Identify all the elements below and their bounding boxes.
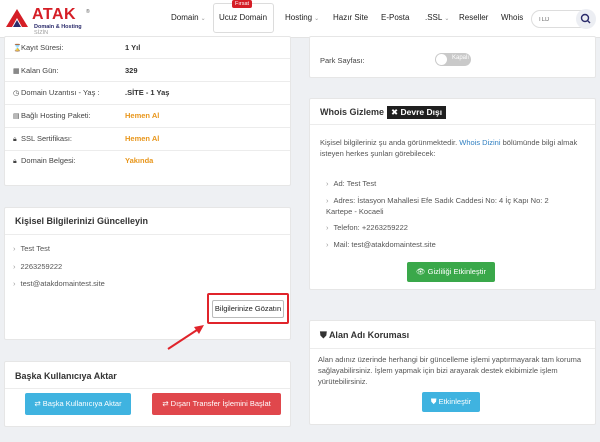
exchange-icon: ⇄	[34, 399, 41, 408]
nav-hosting[interactable]: Hosting ⌄	[285, 13, 319, 22]
chevron-down-icon: ⌄	[200, 16, 206, 22]
chevron-right-icon: ›	[326, 240, 329, 249]
info-row-kalan-gun: ▦Kalan Gün:	[13, 66, 59, 75]
transfer-user-button[interactable]: ⇄ Başka Kullanıcıya Aktar	[25, 393, 131, 415]
browse-info-button[interactable]: Bilgilerinize Gözatın	[212, 300, 284, 318]
list-item-continued: Kartepe - Kocaeli	[326, 207, 384, 216]
personal-info-title: Kişisel Bilgilerinizi Güncelleyin	[15, 216, 149, 226]
list-item: › Test Test	[13, 244, 50, 253]
park-label: Park Sayfası:	[320, 56, 365, 65]
list-item: › Ad: Test Test	[326, 179, 377, 188]
logo-registered: ®	[86, 9, 90, 15]
protection-text: Alan adınız üzerinde herhangi bir güncel…	[318, 355, 582, 386]
clock-icon: ◷	[13, 90, 20, 97]
list-item: › 2263259222	[13, 262, 63, 271]
whois-dizini-link[interactable]: Whois Dizini	[459, 138, 500, 147]
hourglass-icon: ⌛	[13, 45, 22, 52]
atak-logo-mark	[6, 9, 28, 27]
whois-card: Whois Gizleme ✖ Devre Dışı Kişisel bilgi…	[309, 98, 596, 290]
pointer-arrow-icon	[167, 325, 204, 350]
info-value-domain-uzantisi: .SİTE - 1 Yaş	[125, 88, 170, 97]
whois-intro: Kişisel bilgileriniz şu anda görünmekted…	[320, 138, 578, 158]
enable-privacy-button[interactable]: 👁︎ Gizliliği Etkinleştir	[407, 262, 495, 282]
shield-icon: ⛊	[320, 330, 327, 340]
transfer-card: Başka Kullanıcıya Aktar ⇄ Başka Kullanıc…	[4, 361, 291, 427]
chevron-down-icon: ⌄	[444, 16, 450, 22]
nav-domain[interactable]: Domain ⌄	[171, 13, 206, 22]
transfer-title: Başka Kullanıcıya Aktar	[15, 371, 117, 381]
yakinda-label: Yakında	[125, 156, 154, 165]
info-value-kayit-suresi: 1 Yıl	[125, 43, 141, 52]
nav-ucuz-domain[interactable]: Ucuz Domain	[219, 13, 267, 22]
exchange-icon: ⇄	[162, 399, 169, 408]
search-button[interactable]	[576, 9, 596, 29]
shield-icon: ⛊	[430, 397, 437, 406]
logo-tagline: Domain & Hosting SİZİN	[34, 24, 82, 36]
list-item: › Telefon: +2263259222	[326, 223, 408, 232]
info-row-hosting-paketi: ▤Bağlı Hosting Paketi:	[13, 111, 91, 120]
nav-whois[interactable]: Whois	[501, 13, 523, 22]
tld-search-input[interactable]	[538, 14, 574, 25]
personal-info-card: Kişisel Bilgilerinizi Güncelleyin › Test …	[4, 207, 291, 340]
park-toggle[interactable]: Kapalı	[435, 53, 471, 66]
calendar-icon: ▦	[13, 68, 20, 75]
hemen-al-ssl-link[interactable]: Hemen Al	[125, 134, 159, 143]
list-item: › Mail: test@atakdomaintest.site	[326, 240, 436, 249]
whois-status-badge: ✖ Devre Dışı	[387, 106, 447, 119]
chevron-right-icon: ›	[326, 196, 329, 205]
chevron-right-icon: ›	[326, 179, 329, 188]
list-item: › test@atakdomaintest.site	[13, 279, 105, 288]
info-row-domain-belgesi: 🔒︎ Domain Belgesi:	[13, 156, 76, 165]
lock-icon: 🔒︎	[13, 158, 17, 165]
park-toggle-label: Kapalı	[452, 55, 470, 61]
enable-protection-button[interactable]: ⛊ Etkinleştir	[422, 392, 480, 412]
nav-ssl[interactable]: .SSL ⌄	[425, 13, 449, 22]
nav-reseller[interactable]: Reseller	[459, 13, 488, 22]
logo[interactable]: ATAK ® Domain & Hosting SİZİN	[4, 5, 90, 36]
lock-icon: 🔒︎	[13, 136, 17, 143]
whois-title: Whois Gizleme	[320, 107, 385, 117]
logo-brand: ATAK	[32, 6, 77, 23]
close-icon: ✖	[391, 107, 399, 117]
chevron-down-icon: ⌄	[314, 16, 320, 22]
eye-icon: 👁︎	[416, 267, 426, 276]
info-row-ssl: 🔒︎ SSL Sertifikası:	[13, 134, 72, 143]
park-card: Park Sayfası: Kapalı	[309, 36, 596, 78]
external-transfer-button[interactable]: ⇄ Dışarı Transfer İşlemini Başlat	[152, 393, 281, 415]
protection-title: ⛊ Alan Adı Koruması	[320, 330, 410, 340]
search-icon	[580, 13, 591, 24]
domain-protection-card: ⛊ Alan Adı Koruması Alan adınız üzerinde…	[309, 320, 596, 425]
hemen-al-hosting-link[interactable]: Hemen Al	[125, 111, 159, 120]
nav-hazir-site[interactable]: Hazır Site	[333, 13, 368, 22]
chevron-right-icon: ›	[326, 223, 329, 232]
chevron-right-icon: ›	[13, 244, 16, 253]
info-value-kalan-gun: 329	[125, 66, 138, 75]
firsat-badge: Fırsat	[232, 0, 253, 8]
list-item: › Adres: İstasyon Mahallesi Efe Sadık Cad…	[326, 196, 549, 205]
site-header: ATAK ® Domain & Hosting SİZİN Fırsat Dom…	[0, 0, 600, 38]
server-icon: ▤	[13, 113, 20, 120]
info-row-kayit-suresi: ⌛Kayıt Süresi:	[13, 43, 64, 52]
chevron-right-icon: ›	[13, 262, 16, 271]
info-row-domain-uzantisi: ◷ Domain Uzantısı - Yaş :	[13, 88, 100, 97]
nav-e-posta[interactable]: E-Posta	[381, 13, 409, 22]
chevron-right-icon: ›	[13, 279, 16, 288]
domain-info-card: ⌛Kayıt Süresi: 1 Yıl ▦Kalan Gün: 329 ◷ Do…	[4, 36, 291, 186]
